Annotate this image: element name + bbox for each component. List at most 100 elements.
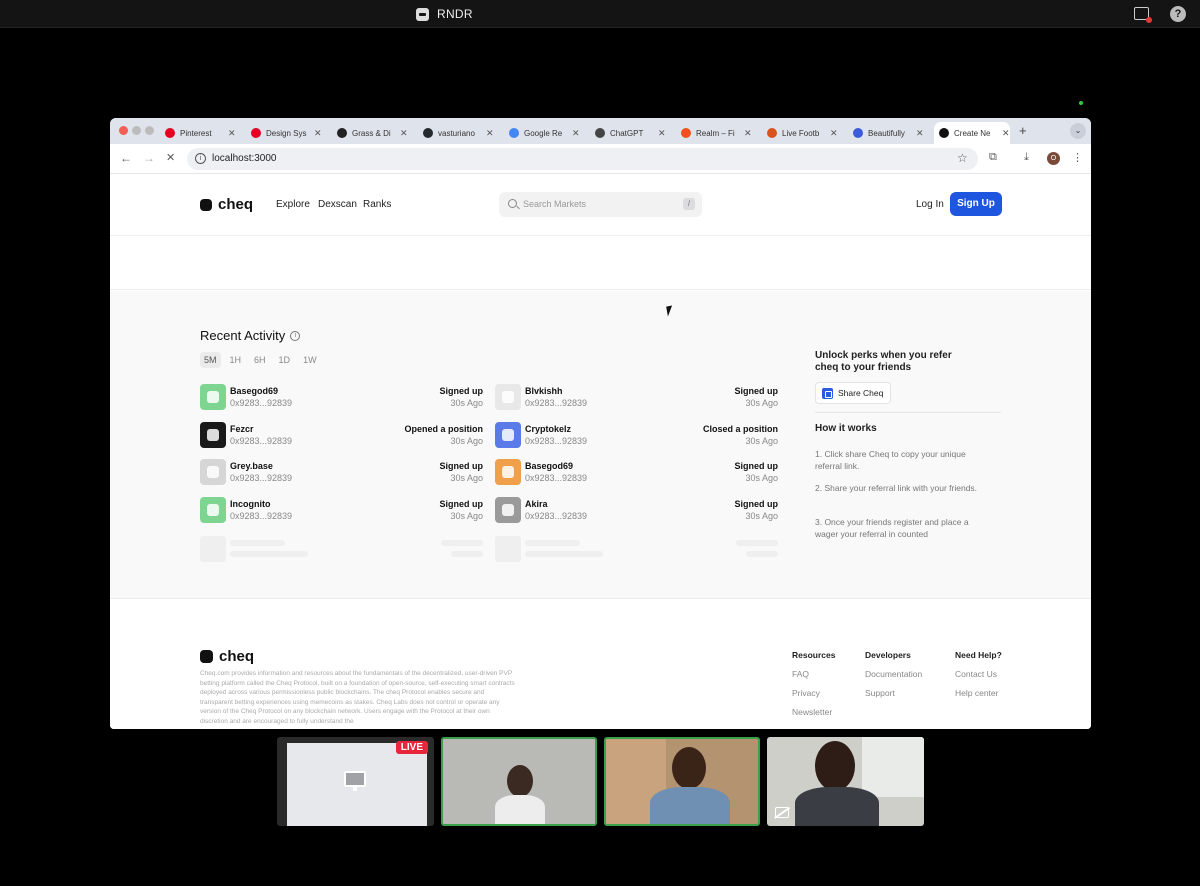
search-markets-input[interactable]: Search Markets / (499, 192, 702, 217)
activity-time: 30s Ago (745, 473, 778, 483)
screen-share-tile[interactable]: LIVE (277, 737, 434, 826)
activity-row[interactable]: Grey.base 0x9283...92839 Signed up 30s Ago (200, 459, 483, 489)
footer-link[interactable]: Privacy (792, 688, 835, 698)
activity-row[interactable]: Incognito 0x9283...92839 Signed up 30s Ago (200, 496, 484, 527)
tab-close-icon[interactable]: ✕ (916, 128, 924, 139)
profile-avatar[interactable]: O (1047, 152, 1060, 165)
footer-link[interactable]: Help center (955, 688, 1002, 698)
timeframe-tab[interactable]: 6H (250, 352, 270, 368)
browser-tab[interactable]: Realm – Fi ✕ (676, 122, 752, 144)
nav-explore[interactable]: Explore (276, 199, 310, 210)
browser-tab[interactable]: Google Re ✕ (504, 122, 580, 144)
signup-button[interactable]: Sign Up (950, 192, 1002, 216)
how-step-1: 1. Click share Cheq to copy your unique … (815, 449, 966, 471)
web-page: cheq Explore Dexscan Ranks Search Market… (110, 174, 1091, 729)
browser-tab[interactable]: Live Footb ✕ (762, 122, 838, 144)
recent-activity-heading: Recent Activity (200, 328, 286, 343)
timeframe-tab[interactable]: 5M (200, 352, 221, 368)
user-avatar (495, 459, 521, 485)
tab-favicon-icon (337, 128, 347, 138)
footer-column-title: Need Help? (955, 650, 1002, 660)
participant-video-tile[interactable] (604, 737, 760, 826)
user-name: Cryptokelz (525, 423, 572, 434)
share-cheq-button[interactable]: Share Cheq (815, 382, 891, 404)
presentation-icon (344, 771, 366, 791)
tab-close-icon[interactable]: ✕ (228, 128, 236, 139)
user-avatar (200, 459, 226, 485)
tab-close-icon[interactable]: ✕ (658, 128, 666, 139)
tab-close-icon[interactable]: ✕ (314, 128, 322, 139)
user-name: Grey.base (230, 461, 273, 471)
browser-tab[interactable]: vasturiano ✕ (418, 122, 494, 144)
nav-ranks[interactable]: Ranks (363, 199, 391, 210)
info-icon[interactable]: i (290, 330, 301, 341)
browser-tab[interactable]: Grass & Di ✕ (332, 122, 408, 144)
activity-row[interactable]: Akira 0x9283...92839 Signed up 30s Ago (495, 496, 778, 527)
share-cheq-label: Share Cheq (838, 388, 884, 398)
site-info-icon[interactable]: i (195, 153, 206, 164)
help-icon[interactable]: ? (1170, 6, 1186, 22)
screen-record-icon[interactable] (1134, 7, 1152, 23)
participant-video-tile[interactable] (767, 737, 924, 826)
user-avatar (200, 421, 226, 448)
tab-favicon-icon (509, 128, 519, 138)
browser-tab[interactable]: Design Sys ✕ (246, 122, 322, 144)
tab-close-icon[interactable]: ✕ (1002, 128, 1010, 139)
activity-row[interactable]: Cryptokelz 0x9283...92839 Closed a positio… (495, 421, 778, 452)
nav-dexscan[interactable]: Dexscan (318, 199, 357, 210)
user-name: Basegod69 (230, 386, 279, 396)
participant-body (495, 795, 545, 824)
tab-close-icon[interactable]: ✕ (830, 128, 838, 139)
footer-cheq-logo[interactable]: cheq (200, 648, 254, 665)
address-bar[interactable]: i localhost:3000 ☆ (187, 148, 978, 170)
bookmark-star-icon[interactable]: ☆ (957, 151, 968, 165)
recording-dot (1146, 17, 1152, 23)
timeframe-tab[interactable]: 1D (275, 352, 295, 368)
activity-time: 30s Ago (745, 435, 778, 446)
footer-link[interactable]: Contact Us (955, 669, 1002, 679)
new-tab-button[interactable]: + (1019, 123, 1027, 138)
activity-row[interactable]: Fezcr 0x9283...92839 Opened a position 30s … (200, 421, 483, 452)
tab-close-icon[interactable]: ✕ (486, 128, 494, 139)
window-maximize-button[interactable] (145, 126, 154, 135)
cheq-logo-text: cheq (218, 196, 254, 213)
window-minimize-button[interactable] (132, 126, 141, 135)
tab-close-icon[interactable]: ✕ (744, 128, 752, 139)
forward-arrow-icon[interactable]: → (143, 151, 155, 165)
browser-tab[interactable]: Beautifully ✕ (848, 122, 924, 144)
back-arrow-icon[interactable]: ← (120, 151, 132, 165)
download-icon[interactable]: ⤓ (1024, 151, 1029, 164)
footer-link[interactable]: Support (865, 688, 922, 698)
user-avatar (200, 496, 226, 523)
browser-menu-icon[interactable]: ⋮ (1072, 151, 1083, 164)
activity-row[interactable]: Basegod69 0x9283...92839 Signed up 30s Ago (200, 384, 483, 414)
extensions-icon[interactable]: ⧉ (989, 151, 997, 164)
browser-tab[interactable]: ChatGPT ✕ (590, 122, 666, 144)
user-name: Fezcr (230, 423, 254, 434)
timeframe-tabs: 5M 1H 6H 1D 1W (200, 352, 321, 368)
user-name: Blvkishh (525, 386, 563, 396)
timeframe-tab[interactable]: 1H (226, 352, 246, 368)
footer-link[interactable]: Newsletter (792, 707, 835, 717)
timeframe-tab[interactable]: 1W (299, 352, 321, 368)
activity-row[interactable]: Basegod69 0x9283...92839 Signed up 30s Ago (495, 459, 778, 489)
browser-tab[interactable]: Pinterest ✕ (160, 122, 236, 144)
login-button[interactable]: Log In (916, 199, 944, 210)
activity-row[interactable]: Blvkishh 0x9283...92839 Signed up 30s Ago (495, 384, 778, 414)
footer-link[interactable]: FAQ (792, 669, 835, 679)
tab-favicon-icon (767, 128, 777, 138)
browser-tab[interactable]: Create Ne ✕ (934, 122, 1010, 144)
stop-loading-icon[interactable]: ✕ (166, 151, 175, 164)
how-it-works-title: How it works (815, 423, 877, 434)
url-text[interactable]: localhost:3000 (212, 153, 277, 164)
window-close-button[interactable] (119, 126, 128, 135)
footer-link[interactable]: Documentation (865, 669, 922, 679)
tab-close-icon[interactable]: ✕ (400, 128, 408, 139)
cheq-logo[interactable]: cheq (200, 196, 253, 213)
tab-search-button[interactable]: ⌄ (1070, 123, 1086, 139)
user-avatar (495, 496, 521, 523)
tab-close-icon[interactable]: ✕ (572, 128, 580, 139)
participant-video-tile[interactable] (441, 737, 597, 826)
activity-action: Signed up (439, 498, 484, 509)
tab-favicon-icon (251, 128, 261, 138)
